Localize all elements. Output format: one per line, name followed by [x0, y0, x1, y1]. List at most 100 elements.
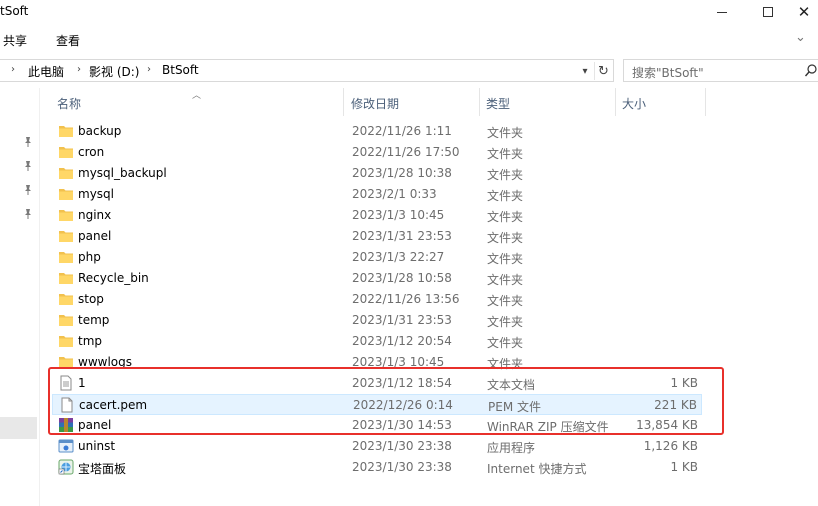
file-type: 文件夹: [487, 357, 524, 371]
address-bar[interactable]: › 此电脑 › 影视 (D:) › BtSoft ▾ ↻: [0, 59, 614, 82]
file-name: stop: [78, 292, 104, 306]
search-placeholder: 搜索"BtSoft": [632, 66, 704, 80]
refresh-icon[interactable]: ↻: [594, 62, 612, 80]
breadcrumb-separator-icon[interactable]: ›: [77, 64, 81, 75]
search-box[interactable]: 搜索"BtSoft": [623, 59, 818, 82]
column-divider[interactable]: [615, 88, 616, 116]
file-type: 文件夹: [487, 273, 524, 287]
file-name: 1: [78, 376, 86, 390]
breadcrumb-this-pc[interactable]: 此电脑: [28, 63, 64, 80]
file-name: panel: [78, 418, 112, 432]
file-type: 应用程序: [487, 441, 536, 455]
file-date: 2023/1/3 22:27: [352, 250, 445, 264]
file-name: php: [78, 250, 101, 264]
pin-icon: [25, 137, 31, 147]
file-type: 文件夹: [487, 336, 524, 350]
column-divider[interactable]: [705, 88, 706, 116]
folder-icon: [59, 126, 73, 137]
file-row[interactable]: tmp 2023/1/12 20:54 文件夹: [52, 331, 702, 352]
file-date: 2022/11/26 1:11: [352, 124, 452, 138]
tab-share[interactable]: 共享: [3, 32, 27, 49]
breadcrumb-separator-icon[interactable]: ›: [11, 64, 15, 75]
file-row[interactable]: 1 2023/1/12 18:54 文本文档 1 KB: [52, 373, 702, 394]
file-row[interactable]: panel 2023/1/31 23:53 文件夹: [52, 226, 702, 247]
close-icon: ✕: [797, 2, 811, 21]
navigation-pane[interactable]: [0, 88, 40, 506]
file-name: mysql: [78, 187, 114, 201]
file-row[interactable]: cacert.pem 2022/12/26 0:14 PEM 文件 221 KB: [52, 394, 702, 415]
file-row[interactable]: backup 2022/11/26 1:11 文件夹: [52, 121, 702, 142]
file-type: 文件夹: [487, 126, 524, 140]
search-icon[interactable]: [804, 63, 818, 79]
file-row[interactable]: nginx 2023/1/3 10:45 文件夹: [52, 205, 702, 226]
file-row[interactable]: Recycle_bin 2023/1/28 10:58 文件夹: [52, 268, 702, 289]
folder-icon: [59, 252, 73, 263]
column-header-date[interactable]: 修改日期: [351, 95, 399, 112]
maximize-button[interactable]: [745, 0, 791, 24]
folder-icon: [59, 231, 73, 242]
file-name: backup: [78, 124, 122, 138]
address-row: › 此电脑 › 影视 (D:) › BtSoft ▾ ↻ 搜索"BtSoft": [0, 59, 818, 83]
file-row[interactable]: 宝塔面板 2023/1/30 23:38 Internet 快捷方式 1 KB: [52, 457, 702, 478]
column-header-type[interactable]: 类型: [486, 95, 510, 112]
file-size: 13,854 KB: [636, 418, 698, 432]
file-date: 2023/1/30 14:53: [352, 418, 452, 432]
breadcrumb-separator-icon[interactable]: ›: [147, 64, 151, 75]
file-row[interactable]: php 2023/1/3 22:27 文件夹: [52, 247, 702, 268]
folder-icon: [59, 210, 73, 221]
file-date: 2023/1/12 20:54: [352, 334, 452, 348]
nav-selected-item[interactable]: [0, 417, 37, 439]
pin-icon: [25, 209, 31, 219]
breadcrumb-btsoft[interactable]: BtSoft: [162, 63, 199, 77]
folder-icon: [59, 294, 73, 305]
file-name: uninst: [78, 439, 116, 453]
file-type: 文件夹: [487, 147, 524, 161]
file-type: PEM 文件: [488, 400, 541, 414]
column-divider[interactable]: [343, 88, 344, 116]
file-row[interactable]: temp 2023/1/31 23:53 文件夹: [52, 310, 702, 331]
file-row[interactable]: mysql 2023/2/1 0:33 文件夹: [52, 184, 702, 205]
file-date: 2023/1/30 23:38: [352, 460, 452, 474]
folder-icon: [59, 189, 73, 200]
file-row[interactable]: cron 2022/11/26 17:50 文件夹: [52, 142, 702, 163]
file-name: tmp: [78, 334, 103, 348]
file-date: 2022/11/26 13:56: [352, 292, 460, 306]
file-date: 2022/11/26 17:50: [352, 145, 460, 159]
internet-shortcut-icon: [58, 459, 74, 475]
file-type: Internet 快捷方式: [487, 462, 587, 476]
breadcrumb-drive-d[interactable]: 影视 (D:): [89, 63, 139, 80]
window-title: tSoft: [0, 4, 29, 18]
pin-icon: [25, 185, 31, 195]
file-name: cacert.pem: [79, 398, 148, 412]
ribbon-tabs: 共享 查看 ⌄: [0, 28, 818, 52]
column-header-name[interactable]: 名称: [57, 95, 81, 112]
file-row[interactable]: mysql_backupl 2023/1/28 10:38 文件夹: [52, 163, 702, 184]
close-button[interactable]: ✕: [790, 0, 818, 24]
folder-icon: [59, 357, 73, 368]
file-date: 2023/2/1 0:33: [352, 187, 437, 201]
folder-icon: [59, 147, 73, 158]
folder-icon: [59, 336, 73, 347]
address-history-dropdown-icon[interactable]: ▾: [578, 61, 592, 81]
file-type: 文件夹: [487, 231, 524, 245]
column-divider[interactable]: [479, 88, 480, 116]
file-type: 文本文档: [487, 378, 536, 392]
file-date: 2023/1/31 23:53: [352, 229, 452, 243]
file-size: 221 KB: [654, 398, 697, 412]
file-row[interactable]: wwwlogs 2023/1/3 10:45 文件夹: [52, 352, 702, 373]
ribbon-expand-icon[interactable]: ⌄: [795, 30, 806, 45]
winrar-icon: [59, 418, 73, 432]
file-row[interactable]: stop 2022/11/26 13:56 文件夹: [52, 289, 702, 310]
file-row[interactable]: panel 2023/1/30 14:53 WinRAR ZIP 压缩文件 13,85…: [52, 415, 702, 436]
app-icon: [58, 439, 74, 453]
column-header-size[interactable]: 大小: [622, 95, 646, 112]
tab-view[interactable]: 查看: [56, 32, 80, 49]
file-row[interactable]: uninst 2023/1/30 23:38 应用程序 1,126 KB: [52, 436, 702, 457]
minimize-button[interactable]: [699, 0, 745, 24]
file-name: nginx: [78, 208, 112, 222]
folder-icon: [59, 168, 73, 179]
file-name: temp: [78, 313, 110, 327]
file-date: 2023/1/31 23:53: [352, 313, 452, 327]
file-name: 宝塔面板: [78, 462, 127, 476]
maximize-icon: [763, 7, 773, 17]
